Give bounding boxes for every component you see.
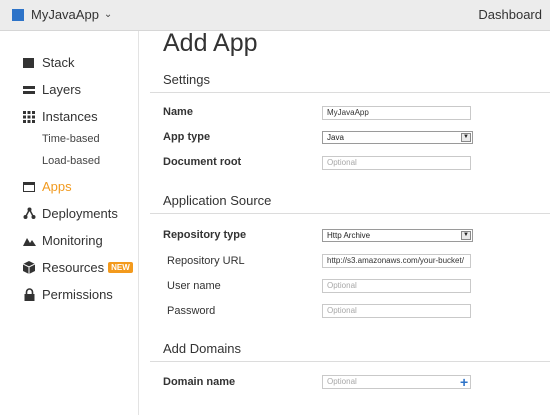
user-name-label: User name [167, 280, 221, 292]
instances-icon [22, 110, 36, 124]
sidebar-item-layers[interactable]: Layers [22, 82, 81, 97]
top-bar: MyJavaApp ⌄ Dashboard [0, 0, 550, 31]
divider [150, 361, 550, 362]
sidebar-item-resources[interactable]: Resources NEW [22, 260, 133, 275]
monitoring-icon [22, 234, 36, 248]
sidebar-item-label: Layers [42, 82, 82, 97]
name-label: Name [163, 106, 193, 118]
divider [150, 92, 550, 93]
dashboard-link[interactable]: Dashboard [478, 7, 542, 22]
add-domain-plus-icon[interactable]: + [460, 374, 468, 390]
sidebar-item-label: Stack [42, 55, 75, 70]
app-color-icon [12, 8, 24, 21]
sidebar-item-instances[interactable]: Instances [22, 109, 98, 124]
layers-icon [22, 83, 36, 97]
page-title: Add App [163, 29, 258, 57]
sidebar-item-load-based[interactable]: Load-based [42, 155, 100, 167]
app-type-select[interactable]: Java ▼ [322, 131, 473, 144]
sidebar-item-time-based[interactable]: Time-based [42, 133, 100, 145]
divider [150, 213, 550, 214]
apps-icon [22, 180, 36, 194]
sidebar-item-deployments[interactable]: Deployments [22, 206, 118, 221]
app-type-label: App type [163, 131, 211, 143]
sidebar-item-label: Resources [42, 260, 105, 275]
password-field[interactable]: Optional [322, 304, 471, 318]
sidebar-item-monitoring[interactable]: Monitoring [22, 233, 103, 248]
lock-icon [22, 288, 36, 302]
stack-icon [22, 56, 36, 70]
deployments-icon [22, 207, 36, 221]
app-switcher[interactable]: MyJavaApp ⌄ [12, 7, 112, 22]
repository-url-field[interactable]: http://s3.amazonaws.com/your-bucket/ [322, 254, 471, 268]
section-title-add-domains: Add Domains [163, 341, 242, 356]
password-label: Password [167, 305, 216, 317]
sidebar-item-label: Monitoring [42, 233, 103, 248]
sidebar-item-label: Instances [42, 109, 98, 124]
user-name-field[interactable]: Optional [322, 279, 471, 293]
dropdown-arrow-icon: ▼ [461, 133, 471, 142]
document-root-field[interactable]: Optional [322, 156, 471, 170]
sidebar-item-stack[interactable]: Stack [22, 55, 75, 70]
repository-type-value: Http Archive [327, 231, 371, 240]
section-title-application-source: Application Source [163, 193, 272, 208]
name-field[interactable]: MyJavaApp [322, 106, 471, 120]
resources-icon [22, 261, 36, 275]
domain-name-label: Domain name [163, 376, 236, 388]
new-badge: NEW [108, 262, 133, 273]
dropdown-arrow-icon: ▼ [461, 231, 471, 240]
document-root-label: Document root [163, 156, 242, 168]
sidebar-item-label: Apps [42, 179, 72, 194]
sidebar-item-label: Permissions [42, 287, 113, 302]
app-name: MyJavaApp [31, 7, 99, 22]
domain-name-field[interactable]: Optional [322, 375, 471, 389]
sidebar: Stack Layers Instances Time-based Load-b… [0, 31, 139, 415]
sidebar-item-permissions[interactable]: Permissions [22, 287, 113, 302]
sidebar-item-apps[interactable]: Apps [22, 179, 72, 194]
sidebar-item-label: Deployments [42, 206, 118, 221]
repository-type-select[interactable]: Http Archive ▼ [322, 229, 473, 242]
chevron-down-icon: ⌄ [103, 9, 113, 20]
section-title-settings: Settings [163, 72, 210, 87]
repository-url-label: Repository URL [167, 255, 245, 267]
repository-type-label: Repository type [163, 229, 247, 241]
app-type-value: Java [327, 133, 344, 142]
